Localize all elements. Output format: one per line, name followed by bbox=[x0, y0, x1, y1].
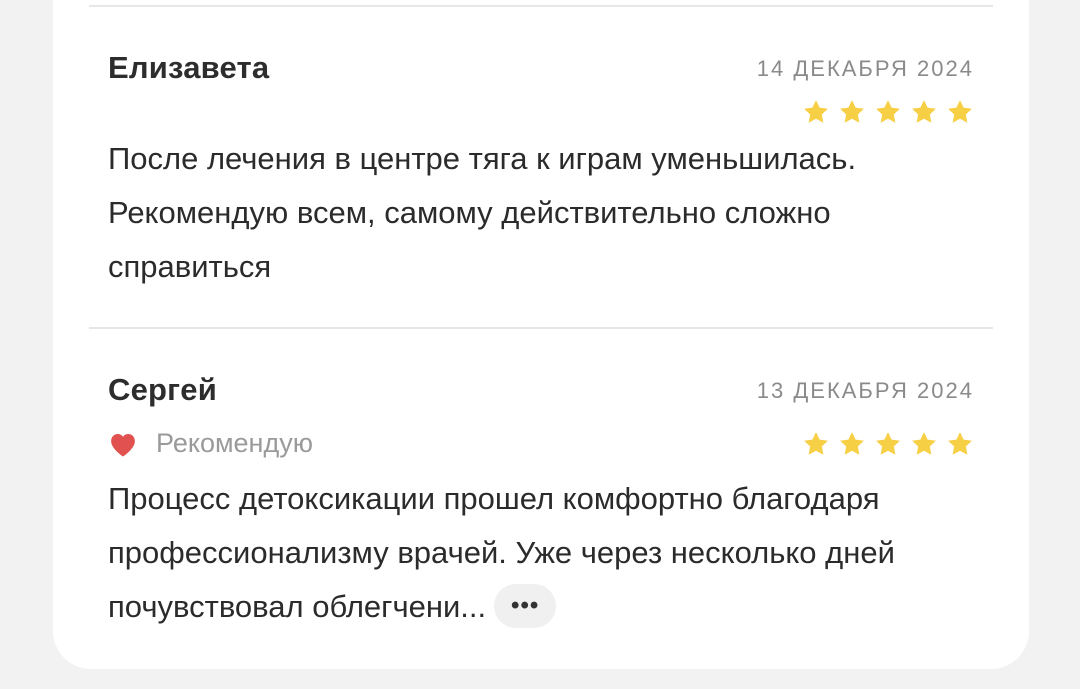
review-text: После лечения в центре тяга к играм умен… bbox=[108, 141, 857, 284]
heart-icon bbox=[111, 433, 135, 456]
more-button[interactable]: ••• bbox=[494, 583, 557, 628]
star-icon bbox=[912, 100, 936, 123]
review-date: 14 ДЕКАБРЯ 2024 bbox=[756, 56, 974, 81]
star-icon bbox=[804, 100, 828, 123]
divider bbox=[89, 327, 993, 329]
star-icon bbox=[948, 432, 972, 455]
rating-stars bbox=[802, 430, 974, 458]
star-icon bbox=[804, 432, 828, 455]
rating-stars bbox=[802, 98, 974, 126]
review-text-container: Процесс детоксикации прошел комфортно бл… bbox=[108, 472, 974, 634]
star-icon bbox=[912, 432, 936, 455]
review-author: Елизавета bbox=[108, 50, 270, 85]
star-icon bbox=[876, 432, 900, 455]
star-icon bbox=[840, 432, 864, 455]
recommend-label: Рекомендую bbox=[156, 428, 313, 458]
star-icon bbox=[840, 100, 864, 123]
recommend-badge: Рекомендую bbox=[108, 428, 313, 459]
star-icon bbox=[876, 100, 900, 123]
review-author: Сергей bbox=[108, 372, 217, 407]
star-icon bbox=[948, 100, 972, 123]
review-date: 13 ДЕКАБРЯ 2024 bbox=[756, 378, 974, 403]
divider bbox=[89, 5, 993, 7]
